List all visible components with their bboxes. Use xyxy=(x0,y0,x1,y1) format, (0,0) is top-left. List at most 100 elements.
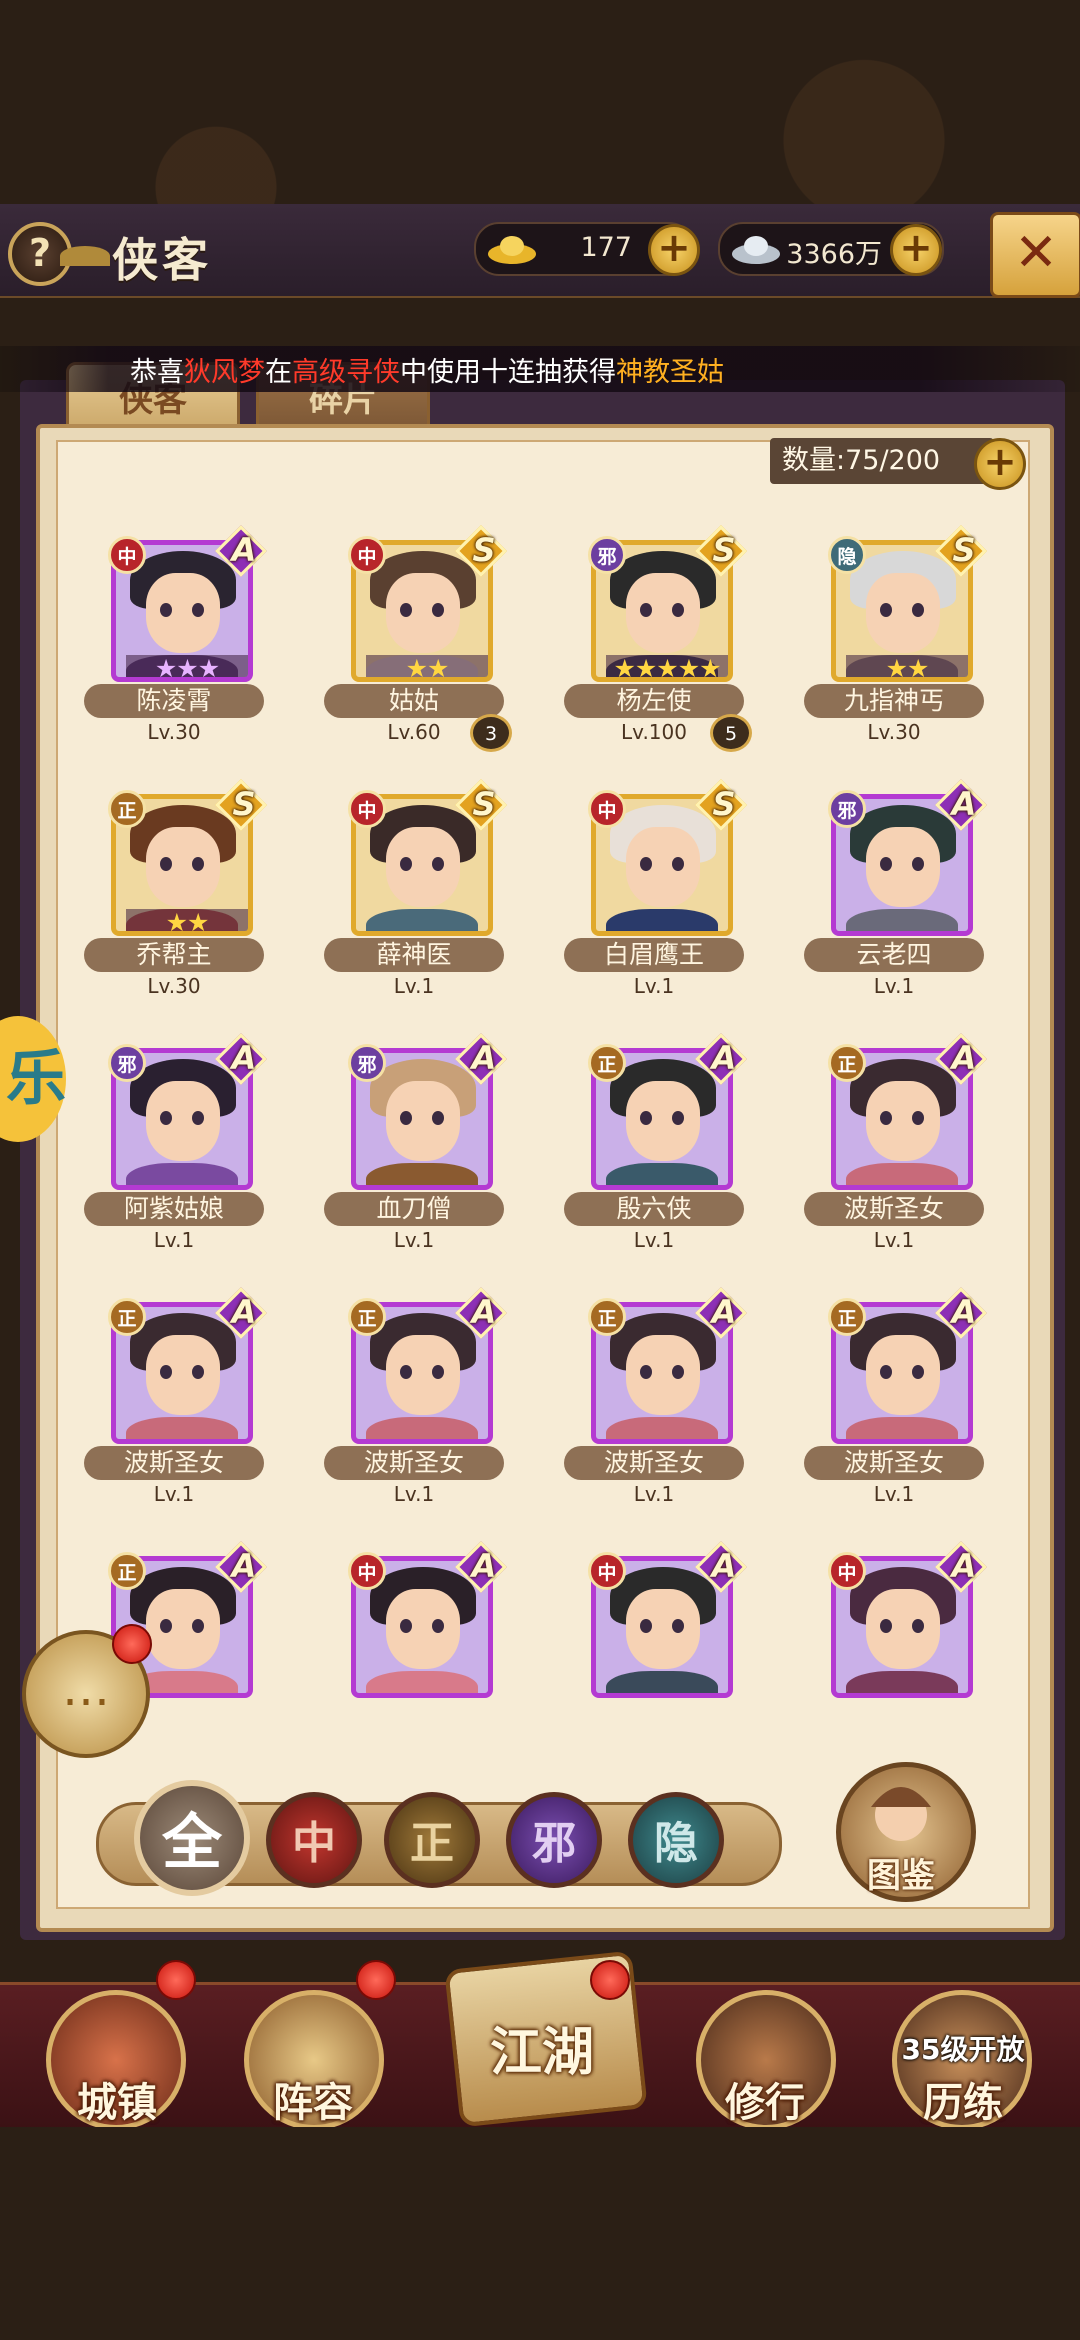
hero-faction-badge: 邪 xyxy=(828,790,866,828)
hero-name: 白眉鹰王 xyxy=(564,938,744,972)
hero-eye xyxy=(400,1619,412,1633)
hero-card[interactable]: 正 A 波斯圣女 Lv.1 xyxy=(804,1026,988,1254)
silver-ingot-icon xyxy=(732,236,780,264)
hero-face xyxy=(866,1081,940,1161)
hero-card[interactable]: 正 A 殷六侠 Lv.1 xyxy=(564,1026,748,1254)
hero-name: 云老四 xyxy=(804,938,984,972)
hero-eye xyxy=(880,1619,892,1633)
hero-faction-badge: 中 xyxy=(588,1552,626,1590)
hero-grade-letter: S xyxy=(232,785,256,823)
hero-body xyxy=(846,1163,958,1185)
hero-card[interactable]: 中A xyxy=(564,1534,748,1728)
hero-card[interactable]: ★★ 中 S 姑姑 Lv.60 3 xyxy=(324,518,512,752)
hero-eye xyxy=(400,603,412,617)
hero-level: Lv.1 xyxy=(393,974,435,998)
hero-grade-letter: A xyxy=(231,1039,257,1077)
hero-faction-badge: 中 xyxy=(348,790,386,828)
hero-card[interactable]: 中 S 白眉鹰王 Lv.1 xyxy=(564,772,748,1000)
filter-xie-button[interactable]: 邪 xyxy=(506,1792,602,1888)
hero-eye xyxy=(672,1619,684,1633)
hero-body xyxy=(846,1671,958,1693)
expand-capacity-button[interactable]: + xyxy=(974,438,1026,490)
hero-faction-badge: 正 xyxy=(828,1298,866,1336)
chat-notification-dot xyxy=(112,1624,152,1664)
add-silver-button[interactable]: + xyxy=(890,224,942,276)
hero-name: 波斯圣女 xyxy=(804,1192,984,1226)
hero-level: Lv.30 xyxy=(147,974,201,998)
hero-card[interactable]: 正 A 波斯圣女 Lv.1 xyxy=(84,1280,268,1508)
hero-grade-letter: S xyxy=(472,531,496,569)
side-event-tab[interactable]: 乐 xyxy=(0,1016,66,1142)
hero-card[interactable]: 邪 A 阿紫姑娘 Lv.1 xyxy=(84,1026,268,1254)
filter-zhong-button[interactable]: 中 xyxy=(266,1792,362,1888)
hero-card[interactable]: 正 A 波斯圣女 Lv.1 xyxy=(804,1280,988,1508)
hero-eye xyxy=(880,1111,892,1125)
hero-card[interactable]: ★★ 正 S 乔帮主 Lv.30 xyxy=(84,772,268,1000)
hero-faction-badge: 邪 xyxy=(348,1044,386,1082)
hero-card[interactable]: 邪 A 血刀僧 Lv.1 xyxy=(324,1026,508,1254)
close-button[interactable]: ✕ xyxy=(990,212,1080,298)
hero-body xyxy=(366,909,478,931)
hero-eye xyxy=(160,857,172,871)
hero-eye xyxy=(160,1365,172,1379)
hero-eye xyxy=(672,603,684,617)
hero-card[interactable]: 中A xyxy=(804,1534,988,1728)
hero-eye xyxy=(912,1619,924,1633)
hero-faction-badge: 中 xyxy=(828,1552,866,1590)
hero-faction-badge: 正 xyxy=(108,790,146,828)
hero-card[interactable]: 正 A 波斯圣女 Lv.1 xyxy=(564,1280,748,1508)
hero-level: Lv.1 xyxy=(393,1228,435,1252)
hero-level: Lv.1 xyxy=(633,1228,675,1252)
hero-eye xyxy=(432,1365,444,1379)
hero-eye xyxy=(160,1111,172,1125)
hero-grade-letter: A xyxy=(711,1293,737,1331)
hero-face xyxy=(626,573,700,653)
hero-level: Lv.1 xyxy=(873,1228,915,1252)
filter-yin-button[interactable]: 隐 xyxy=(628,1792,724,1888)
hero-eye xyxy=(640,603,652,617)
hero-faction-badge: 正 xyxy=(348,1298,386,1336)
hero-grade-letter: S xyxy=(712,531,736,569)
hero-grade-letter: A xyxy=(231,531,257,569)
hero-face xyxy=(146,827,220,907)
hero-face xyxy=(386,827,460,907)
hero-body xyxy=(846,1417,958,1439)
hero-eye xyxy=(912,1111,924,1125)
hero-count: 数量:75/200 xyxy=(770,438,994,484)
hero-eye xyxy=(432,1619,444,1633)
codex-label: 图鉴 xyxy=(867,1856,935,1896)
bottom-letterbox xyxy=(0,2127,1080,2340)
hero-name: 波斯圣女 xyxy=(804,1446,984,1480)
hero-eye xyxy=(192,1111,204,1125)
hero-eye xyxy=(640,1365,652,1379)
hero-level: Lv.1 xyxy=(633,1482,675,1506)
hero-face xyxy=(146,573,220,653)
nav-trial-label: 历练 xyxy=(923,2079,1003,2126)
hero-faction-badge: 正 xyxy=(588,1298,626,1336)
hero-face xyxy=(866,827,940,907)
hero-eye xyxy=(912,1365,924,1379)
hero-eye xyxy=(640,857,652,871)
hero-card[interactable]: 中 S 薛神医 Lv.1 xyxy=(324,772,508,1000)
hero-card[interactable]: ★★★ 中 A 陈凌霄 Lv.30 xyxy=(84,518,268,746)
hero-face xyxy=(866,1335,940,1415)
nav-jianghu-label: 江湖 xyxy=(489,2022,594,2083)
hero-level: Lv.30 xyxy=(867,720,921,744)
filter-zheng-button[interactable]: 正 xyxy=(384,1792,480,1888)
hero-card[interactable]: 正 A 波斯圣女 Lv.1 xyxy=(324,1280,508,1508)
hero-eye xyxy=(192,1619,204,1633)
hero-grade-letter: S xyxy=(712,785,736,823)
hero-card[interactable]: 邪 A 云老四 Lv.1 xyxy=(804,772,988,1000)
hero-face xyxy=(386,1589,460,1669)
hero-card[interactable]: ★★ 隐 S 九指神丐 Lv.30 xyxy=(804,518,988,746)
hero-stars: ★★ xyxy=(846,655,968,677)
hero-grade-letter: A xyxy=(471,1039,497,1077)
hero-face xyxy=(146,1335,220,1415)
hero-card[interactable]: ★★★★★ 邪 S 杨左使 Lv.100 5 xyxy=(564,518,752,752)
filter-all-button[interactable]: 全 xyxy=(134,1780,250,1896)
hero-card[interactable]: 中A xyxy=(324,1534,508,1728)
hero-face xyxy=(626,1335,700,1415)
add-gold-button[interactable]: + xyxy=(648,224,700,276)
silver-value: 3366万 xyxy=(786,239,882,270)
hero-body xyxy=(606,909,718,931)
